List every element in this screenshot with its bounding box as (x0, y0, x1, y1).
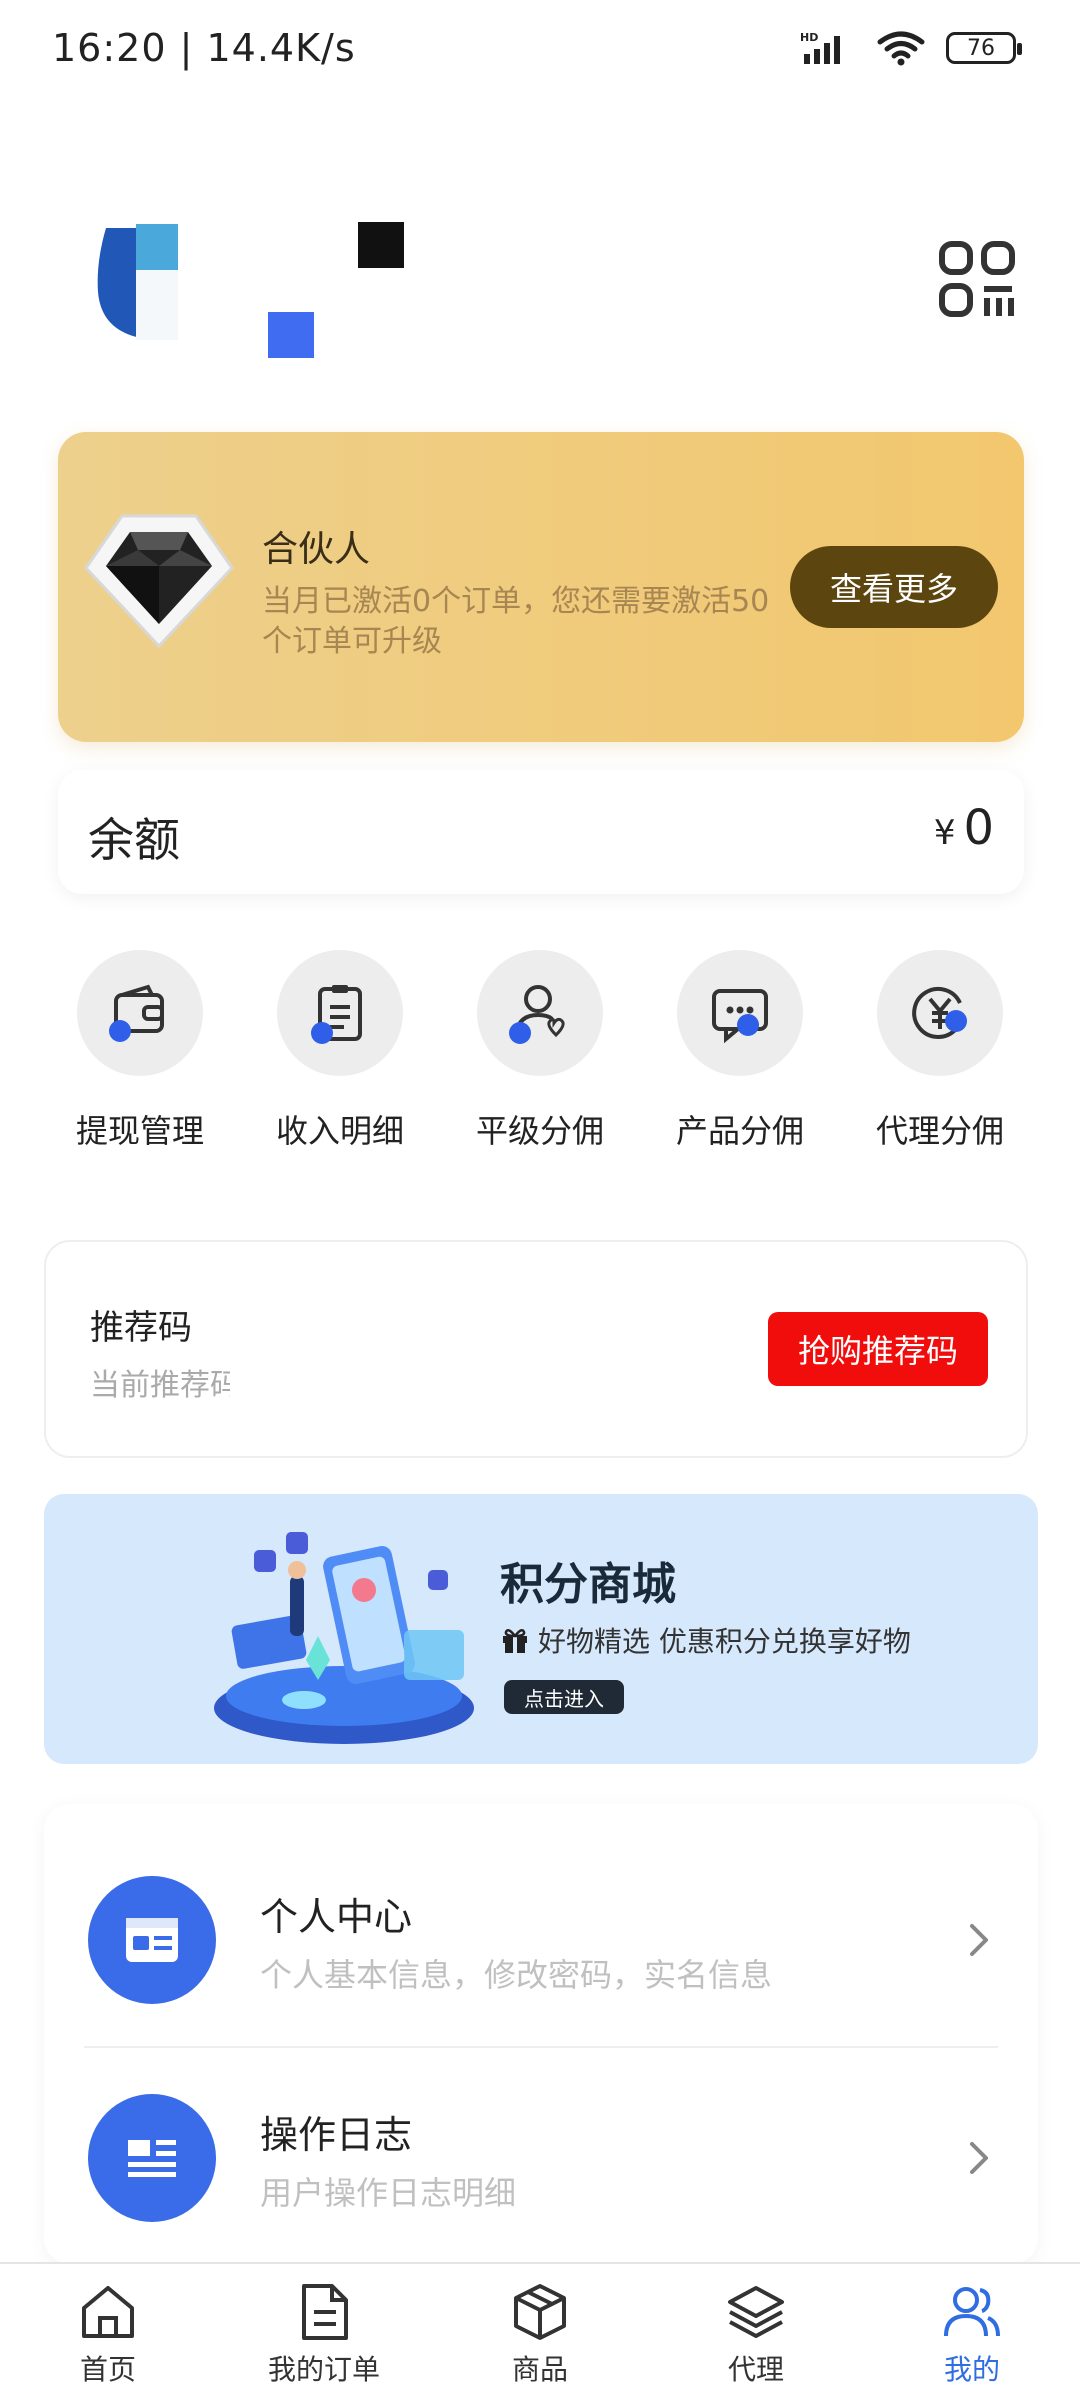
partner-upgrade-desc: 当月已激活0个订单，您还需要激活50个订单可升级 (262, 584, 770, 659)
points-mall-banner[interactable]: 积分商城 好物精选 优惠积分兑换享好物 点击进入 (44, 1494, 1038, 1764)
box-icon (514, 2284, 566, 2340)
tab-home[interactable]: 首页 (0, 2264, 216, 2388)
network-speed: 14.4K/s (206, 26, 356, 70)
menu-item-desc: 用户操作日志明细 (260, 2174, 517, 2212)
qr-code-button[interactable] (938, 240, 1018, 320)
quick-icon-bg (77, 950, 203, 1076)
qr-code-icon (939, 241, 1015, 317)
tab-label: 首页 (79, 2353, 136, 2386)
chat-icon (712, 989, 768, 1044)
chevron-right-icon (970, 2142, 988, 2174)
quick-label: 代理分佣 (875, 1112, 1004, 1150)
currency-symbol: ¥ (933, 813, 956, 853)
tab-mine[interactable]: 我的 (864, 2264, 1080, 2388)
wallet-icon (109, 984, 164, 1042)
partner-level-card: 合伙人 当月已激活0个订单，您还需要激活50个订单可升级 查看更多 (58, 432, 1024, 742)
users-icon (944, 2287, 1000, 2337)
menu-item-personal-center[interactable]: 个人中心 个人基本信息，修改密码，实名信息 (44, 1804, 1038, 2048)
points-mall-illustration (214, 1532, 474, 1744)
menu-item-title: 个人中心 (260, 1895, 413, 1939)
document-icon (302, 2284, 348, 2340)
quick-icon-bg (277, 950, 403, 1076)
battery-icon: 76 (946, 32, 1022, 64)
yen-coin-icon (912, 986, 967, 1039)
user-heart-icon (509, 985, 565, 1044)
partner-level-title: 合伙人 (262, 529, 371, 570)
home-icon (82, 2286, 134, 2338)
tab-products[interactable]: 商品 (432, 2264, 648, 2388)
quick-menu: 提现管理 收入明细 平级分佣 产品分佣 代理分佣 (40, 950, 1040, 1170)
balance-label: 余额 (88, 813, 180, 867)
referral-subtitle: 当前推荐码 (90, 1368, 230, 1403)
bottom-tab-bar: 首页 我的订单 商品 代理 我的 (0, 2262, 1080, 2400)
quick-label: 产品分佣 (675, 1112, 804, 1150)
quick-label: 提现管理 (75, 1112, 204, 1150)
tab-label: 代理 (727, 2353, 784, 2386)
quick-item-withdraw[interactable]: 提现管理 (40, 950, 240, 1170)
menu-item-operation-log[interactable]: 操作日志 用户操作日志明细 (44, 2022, 1038, 2240)
signal-icon: HD (800, 31, 840, 64)
points-mall-subtitle-row: 好物精选 优惠积分兑换享好物 (500, 1620, 911, 1660)
view-more-button[interactable]: 查看更多 (790, 546, 998, 628)
buy-referral-code-button[interactable]: 抢购推荐码 (768, 1312, 988, 1386)
app-logo (97, 222, 404, 358)
quick-item-agent-commission[interactable]: 代理分佣 (840, 950, 1040, 1170)
clipboard-icon (311, 985, 362, 1044)
news-icon (128, 2140, 176, 2177)
points-mall-title: 积分商城 (500, 1559, 676, 1610)
hd-label: HD (800, 31, 818, 44)
tab-label: 我的 (943, 2353, 1000, 2386)
balance-value: 0 (963, 800, 994, 856)
points-mall-subtitle: 好物精选 优惠积分兑换享好物 (538, 1625, 911, 1658)
layers-icon (728, 2286, 784, 2338)
menu-list-card: 个人中心 个人基本信息，修改密码，实名信息 操作日志 用户操作日志明细 (44, 1804, 1038, 2264)
menu-icon-bg (88, 2094, 216, 2222)
quick-icon-bg (877, 950, 1003, 1076)
diamond-icon (84, 514, 234, 648)
tab-my-orders[interactable]: 我的订单 (216, 2264, 432, 2388)
quick-icon-bg (677, 950, 803, 1076)
tab-label: 我的订单 (267, 2353, 380, 2386)
tab-label: 商品 (511, 2353, 568, 2386)
referral-card: 推荐码 当前推荐码 抢购推荐码 (44, 1240, 1028, 1458)
quick-label: 收入明细 (275, 1112, 404, 1150)
referral-title: 推荐码 (90, 1308, 192, 1348)
quick-item-peer-commission[interactable]: 平级分佣 (440, 950, 640, 1170)
quick-item-product-commission[interactable]: 产品分佣 (640, 950, 840, 1170)
gift-icon (503, 1628, 527, 1653)
quick-item-income[interactable]: 收入明细 (240, 950, 440, 1170)
quick-label: 平级分佣 (475, 1112, 604, 1150)
chevron-right-icon (970, 1924, 988, 1956)
battery-level: 76 (967, 35, 995, 61)
menu-item-desc: 个人基本信息，修改密码，实名信息 (260, 1956, 773, 1994)
status-time: 16:20 | 14.4K/s (52, 26, 356, 70)
quick-icon-bg (477, 950, 603, 1076)
menu-item-title: 操作日志 (260, 2113, 413, 2157)
id-card-icon (126, 1918, 178, 1962)
tab-agent[interactable]: 代理 (648, 2264, 864, 2388)
balance-card[interactable]: 余额 ¥ 0 (58, 770, 1024, 894)
enter-points-mall-button[interactable]: 点击进入 (504, 1680, 624, 1714)
wifi-icon (877, 31, 925, 66)
clock: 16:20 (52, 26, 167, 70)
menu-icon-bg (88, 1876, 216, 2004)
status-icons: HD 76 (800, 30, 1022, 66)
balance-amount: ¥ 0 (934, 800, 994, 856)
